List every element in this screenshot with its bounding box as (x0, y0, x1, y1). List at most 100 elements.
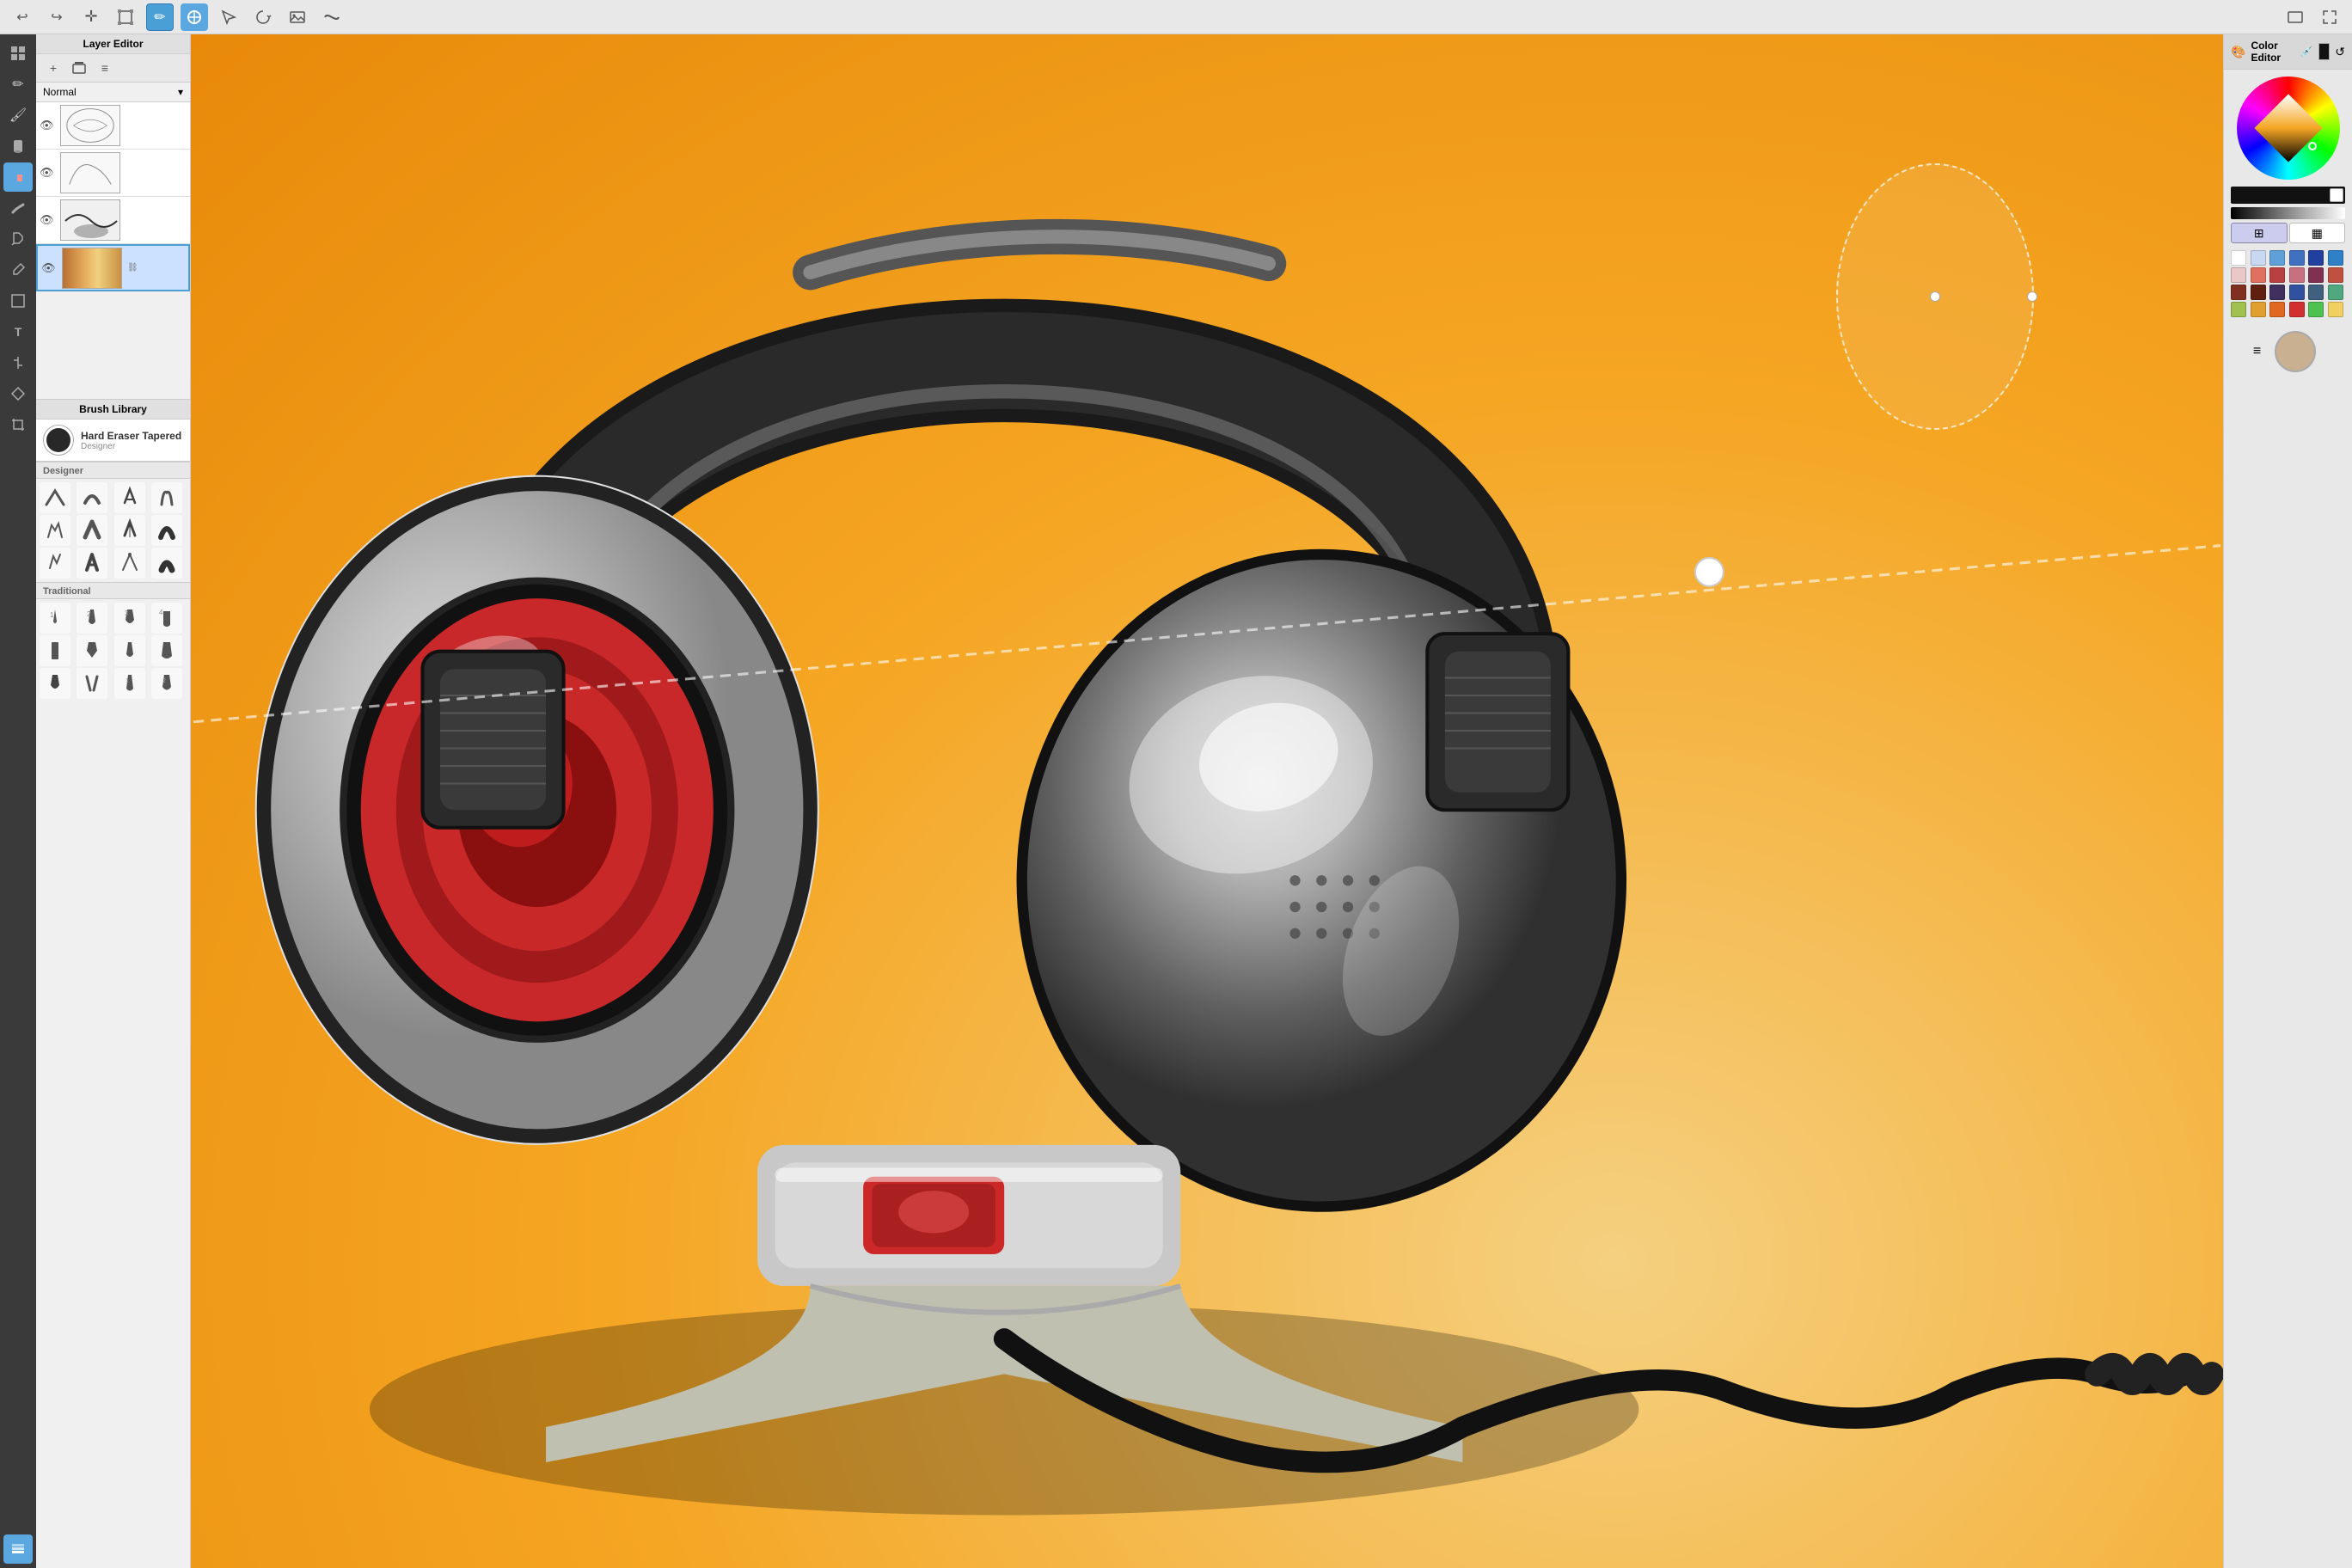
tool-fill[interactable] (3, 224, 33, 254)
curve-tool-button[interactable] (318, 3, 346, 31)
lasso-tool-button[interactable] (249, 3, 277, 31)
tool-eyedropper[interactable] (3, 255, 33, 285)
brush-item-5[interactable] (40, 515, 70, 546)
trad-brush-3[interactable]: 3 (114, 603, 145, 634)
trad-brush-9[interactable] (40, 668, 70, 699)
draw-tool-button[interactable]: ✏ (146, 3, 174, 31)
swatch-orange[interactable] (2269, 302, 2285, 317)
tool-pencil[interactable]: ✏ (3, 70, 33, 99)
swatch-teal[interactable] (2328, 285, 2343, 300)
undo-button[interactable]: ↩ (9, 3, 36, 31)
swatch-dark-blue[interactable] (2308, 250, 2324, 266)
brush-item-12[interactable] (151, 548, 182, 579)
swatch-dark-purple[interactable] (2269, 285, 2285, 300)
trad-brush-12[interactable]: 2 (151, 668, 182, 699)
swatch-light-pink[interactable] (2231, 267, 2246, 283)
tool-smudge[interactable] (3, 193, 33, 223)
brush-item-11[interactable] (114, 548, 145, 579)
brush-item-7[interactable] (114, 515, 145, 546)
tool-transform2[interactable] (3, 379, 33, 408)
move-tool-button[interactable]: ✛ (77, 3, 105, 31)
layer-visibility-2[interactable]: 👁 (40, 166, 57, 180)
swatch-red[interactable] (2289, 302, 2305, 317)
tool-grid[interactable] (3, 39, 33, 68)
color-swatch-black[interactable] (2318, 43, 2331, 60)
image-tool-button[interactable] (284, 3, 311, 31)
tool-text[interactable]: T (3, 317, 33, 346)
trad-brush-4[interactable]: 4 (151, 603, 182, 634)
window-button[interactable] (2282, 3, 2309, 31)
canvas-area[interactable] (191, 34, 2223, 1568)
brush-item-4[interactable] (151, 482, 182, 513)
current-color-circle[interactable] (2275, 331, 2316, 372)
trad-brush-1[interactable]: 1 (40, 603, 70, 634)
swatch-dark-brown[interactable] (2251, 285, 2266, 300)
swatch-slate[interactable] (2308, 285, 2324, 300)
layer-visibility-3[interactable]: 👁 (40, 213, 57, 227)
layer-visibility-4[interactable]: 👁 (41, 261, 58, 275)
layer-item-3[interactable]: 👁 (36, 197, 190, 244)
fullscreen-button[interactable] (2316, 3, 2343, 31)
brush-item-2[interactable] (77, 482, 107, 513)
brush-item-6[interactable] (77, 515, 107, 546)
trad-brush-2[interactable]: 2 (77, 603, 107, 634)
brush-item-3[interactable] (114, 482, 145, 513)
layer-item-1[interactable]: 👁 (36, 102, 190, 150)
brush-item-8[interactable] (151, 515, 182, 546)
blend-mode-selector[interactable]: Normal ▾ (36, 83, 190, 102)
color-black-bar[interactable] (2231, 187, 2345, 204)
color-wheel[interactable] (2237, 77, 2340, 180)
swatch-light-blue[interactable] (2251, 250, 2266, 266)
brush-item-10[interactable] (77, 548, 107, 579)
layer-item-4[interactable]: 👁 ⛓ (36, 244, 190, 291)
tool-layers-bottom[interactable] (3, 1534, 33, 1564)
layer-visibility-1[interactable]: 👁 (40, 119, 57, 132)
eraser-tool-button[interactable] (181, 3, 208, 31)
trad-brush-8[interactable] (151, 635, 182, 666)
grayscale-bar[interactable] (2231, 207, 2345, 219)
swatch-amber[interactable] (2251, 302, 2266, 317)
brush-item-9[interactable] (40, 548, 70, 579)
swatch-yellow[interactable] (2328, 302, 2343, 317)
swatch-brown-red[interactable] (2231, 285, 2246, 300)
swatch-mauve[interactable] (2289, 267, 2305, 283)
tool-brush[interactable]: 🖌 (3, 101, 33, 130)
color-tab-swatches[interactable]: ▦ (2289, 223, 2346, 243)
oval-selection[interactable] (1836, 163, 2034, 430)
color-eyedropper-button[interactable]: 💉 (2300, 46, 2313, 58)
swatch-white[interactable] (2231, 250, 2246, 266)
brush-item-1[interactable] (40, 482, 70, 513)
tool-crop[interactable] (3, 410, 33, 439)
trad-brush-7[interactable] (114, 635, 145, 666)
tool-marker[interactable] (3, 132, 33, 161)
layer-menu-button[interactable]: ≡ (95, 58, 115, 78)
swatch-blue[interactable] (2289, 250, 2305, 266)
tool-eraser[interactable] (3, 162, 33, 192)
transform-button[interactable] (112, 3, 139, 31)
layer-item-2[interactable]: 👁 (36, 150, 190, 197)
swatch-green[interactable] (2308, 302, 2324, 317)
trad-brush-11[interactable]: 1 (114, 668, 145, 699)
redo-button[interactable]: ↪ (43, 3, 70, 31)
trad-brush-6[interactable] (77, 635, 107, 666)
swatch-salmon[interactable] (2251, 267, 2266, 283)
color-tab-sliders[interactable]: ⊞ (2231, 223, 2288, 243)
color-white-swatch[interactable] (2330, 188, 2343, 202)
oval-right-handle[interactable] (2027, 291, 2037, 302)
swatch-red-mid[interactable] (2269, 267, 2285, 283)
add-layer-button[interactable]: + (43, 58, 64, 78)
trad-brush-5[interactable] (40, 635, 70, 666)
trad-brush-10[interactable] (77, 668, 107, 699)
swatch-mid-blue[interactable] (2269, 250, 2285, 266)
color-menu-icon[interactable]: ≡ (2253, 344, 2261, 359)
selection-tool-button[interactable] (215, 3, 242, 31)
swatch-plum[interactable] (2308, 267, 2324, 283)
layer-thumb-button[interactable] (69, 58, 89, 78)
swatch-cornflower[interactable] (2328, 250, 2343, 266)
swatch-yellow-green[interactable] (2231, 302, 2246, 317)
color-reset-button[interactable]: ↺ (2335, 45, 2345, 59)
tool-shape[interactable] (3, 286, 33, 315)
tool-symmetry[interactable] (3, 348, 33, 377)
swatch-brick[interactable] (2328, 267, 2343, 283)
swatch-royal-blue[interactable] (2289, 285, 2305, 300)
